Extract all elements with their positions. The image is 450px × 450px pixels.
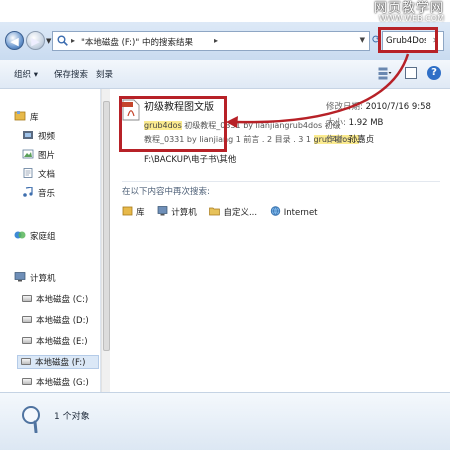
forward-button[interactable]: ▶ (26, 31, 45, 50)
meta-label: 大小: (326, 118, 346, 128)
drive-icon (22, 337, 32, 344)
nav-videos[interactable]: 视频 (22, 130, 55, 144)
nav-label: 音乐 (38, 189, 56, 199)
meta-value: 2010/7/16 9:58 (365, 102, 431, 112)
view-options-icon[interactable] (378, 67, 392, 80)
nav-drive-d[interactable]: 本地磁盘 (D:) (22, 314, 89, 328)
nav-label: 家庭组 (30, 232, 56, 242)
nav-drive-e[interactable]: 本地磁盘 (E:) (22, 335, 88, 349)
folder-icon (209, 207, 221, 216)
navigation-pane: 库 视频 图片 文档 音乐 家庭组 计算机 本地磁盘 (C:) 本地磁盘 (D:… (0, 89, 101, 392)
forward-arrow-icon: ▶ (31, 35, 40, 48)
breadcrumb-chevron-icon[interactable]: ▸ (214, 36, 218, 45)
library-icon (122, 206, 133, 216)
address-dropdown-icon[interactable]: ▼ (360, 36, 365, 44)
search-callout-box (378, 27, 438, 53)
burn-button[interactable]: 刻录 (96, 68, 113, 80)
search-again-label: 库 (136, 208, 145, 218)
search-again-internet[interactable]: Internet (270, 206, 318, 218)
nav-documents[interactable]: 文档 (22, 168, 55, 182)
meta-label: 作者: (326, 135, 346, 145)
search-again-libraries[interactable]: 库 (122, 206, 145, 218)
help-icon[interactable]: ? (427, 66, 441, 80)
nav-label: 本地磁盘 (F:) (35, 358, 86, 368)
watermark: 网页教学网 WWW.WEB.COM (374, 2, 444, 23)
item-count: 1 个对象 (54, 412, 90, 422)
details-pane: 1 个对象 (0, 392, 450, 450)
nav-label: 图片 (38, 151, 56, 161)
result-path: F:\BACKUP\电子书\其他 (144, 155, 237, 165)
nav-label: 本地磁盘 (D:) (36, 316, 89, 326)
drive-icon (22, 295, 32, 302)
back-button[interactable]: ◀ (5, 31, 24, 50)
nav-drive-f[interactable]: 本地磁盘 (F:) (17, 355, 99, 369)
nav-label: 视频 (38, 132, 56, 142)
nav-label: 本地磁盘 (G:) (36, 378, 89, 388)
recent-pages-chevron-icon[interactable]: ▼ (46, 37, 51, 45)
result-callout-box (119, 96, 227, 152)
back-arrow-icon: ◀ (10, 35, 19, 48)
nav-drive-c[interactable]: 本地磁盘 (C:) (22, 293, 88, 307)
search-again-heading: 在以下内容中再次搜索: (122, 187, 210, 197)
drive-icon (21, 358, 31, 365)
meta-value: 1.92 MB (348, 118, 384, 128)
nav-drive-g[interactable]: 本地磁盘 (G:) (22, 376, 89, 390)
music-library-icon (23, 187, 33, 197)
search-again-label: 计算机 (171, 208, 197, 218)
nav-label: 文档 (38, 170, 56, 180)
result-modified: 修改日期: 2010/7/16 9:58 (326, 100, 431, 112)
nav-label: 本地磁盘 (E:) (36, 337, 88, 347)
breadcrumb-path[interactable]: "本地磁盘 (F:)" 中的搜索结果 (81, 36, 193, 48)
homegroup-icon (14, 231, 26, 239)
search-again-custom[interactable]: 自定义... (209, 206, 257, 218)
nav-label: 计算机 (30, 274, 56, 284)
result-author: 作者: 孙嘉贞 (326, 133, 374, 145)
internet-icon (270, 206, 280, 216)
nav-scrollbar-thumb[interactable] (103, 101, 110, 351)
search-results-icon (57, 35, 68, 46)
computer-icon (14, 272, 26, 282)
search-again-options: 库 计算机 自定义... Internet (122, 206, 328, 220)
computer-icon (157, 206, 168, 216)
drive-icon (22, 378, 32, 385)
search-magnifier-icon (22, 406, 40, 433)
search-again-computer[interactable]: 计算机 (157, 206, 197, 218)
nav-label: 库 (30, 113, 39, 123)
drive-icon (22, 316, 32, 323)
result-size: 大小: 1.92 MB (326, 116, 383, 128)
divider (122, 181, 440, 182)
library-icon (14, 111, 26, 121)
nav-homegroup[interactable]: 家庭组 (14, 230, 56, 244)
nav-computer[interactable]: 计算机 (14, 272, 56, 286)
breadcrumb-chevron-icon[interactable]: ▸ (71, 36, 75, 45)
watermark-en: WWW.WEB.COM (378, 14, 444, 23)
search-again-label: Internet (283, 208, 318, 218)
pictures-library-icon (22, 149, 34, 159)
meta-value: 孙嘉贞 (348, 135, 375, 145)
save-search-button[interactable]: 保存搜索 (54, 68, 88, 80)
meta-label: 修改日期: (326, 102, 363, 112)
explorer-window: 网页教学网 WWW.WEB.COM ◀ ▶ ▼ ▸ "本地磁盘 (F:)" 中的… (0, 0, 450, 450)
command-bar: 组织 ▾ 保存搜索 刻录 ? (0, 60, 450, 89)
nav-pictures[interactable]: 图片 (22, 149, 55, 163)
documents-library-icon (23, 168, 33, 178)
preview-pane-icon[interactable] (405, 67, 417, 79)
search-again-label: 自定义... (223, 208, 258, 218)
organize-button[interactable]: 组织 ▾ (14, 68, 38, 80)
nav-libraries[interactable]: 库 (14, 111, 39, 125)
nav-music[interactable]: 音乐 (22, 187, 55, 201)
nav-label: 本地磁盘 (C:) (36, 295, 89, 305)
address-bar[interactable]: ▸ "本地磁盘 (F:)" 中的搜索结果 ▸ ▼ (52, 31, 370, 51)
video-library-icon (23, 131, 33, 139)
